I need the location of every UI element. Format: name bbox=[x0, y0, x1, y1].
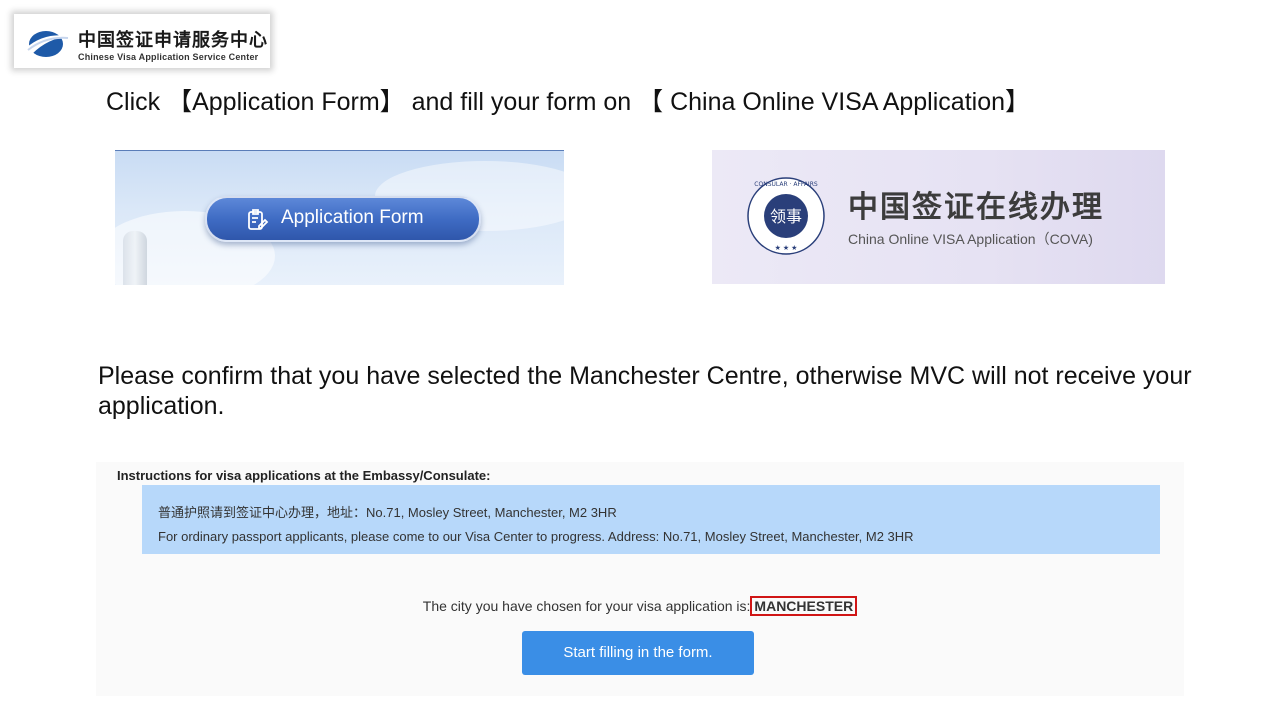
chosen-city-value: MANCHESTER bbox=[750, 596, 858, 616]
svg-text:领事: 领事 bbox=[770, 207, 802, 226]
instructions-box: 普通护照请到签证中心办理，地址：No.71, Mosley Street, Ma… bbox=[142, 485, 1160, 554]
application-form-label: Application Form bbox=[281, 207, 424, 228]
consular-affairs-seal-icon: 领事 CONSULAR · AFFAIRS ★ ★ ★ bbox=[747, 177, 825, 255]
instructions-title: Instructions for visa applications at th… bbox=[117, 468, 491, 483]
logo-chinese-title: 中国签证申请服务中心 bbox=[78, 30, 268, 51]
instruction-headline-1: Click 【Application Form】 and fill your f… bbox=[106, 88, 1030, 116]
instruction-headline-2: Please confirm that you have selected th… bbox=[98, 362, 1192, 420]
start-filling-form-button[interactable]: Start filling in the form. bbox=[522, 631, 754, 675]
chosen-city-prefix: The city you have chosen for your visa a… bbox=[422, 598, 751, 614]
visa-center-logo: 中国签证申请服务中心 Chinese Visa Application Serv… bbox=[14, 14, 270, 68]
form-edit-icon bbox=[248, 209, 269, 230]
instructions-english-text: For ordinary passport applicants, please… bbox=[158, 529, 914, 544]
logo-english-title: Chinese Visa Application Service Center bbox=[78, 52, 259, 62]
chosen-city-line: The city you have chosen for your visa a… bbox=[96, 596, 1184, 616]
svg-text:★ ★ ★: ★ ★ ★ bbox=[775, 244, 798, 252]
instructions-chinese-text: 普通护照请到签证中心办理，地址：No.71, Mosley Street, Ma… bbox=[158, 505, 617, 520]
cova-english-title: China Online VISA Application（COVA) bbox=[848, 231, 1093, 247]
svg-text:CONSULAR · AFFAIRS: CONSULAR · AFFAIRS bbox=[754, 181, 818, 188]
cova-panel: 领事 CONSULAR · AFFAIRS ★ ★ ★ 中国签证在线办理 Chi… bbox=[712, 150, 1165, 284]
application-form-panel: Application Form bbox=[115, 150, 564, 285]
application-form-button[interactable]: Application Form bbox=[205, 196, 481, 242]
embassy-instructions-screenshot: Instructions for visa applications at th… bbox=[96, 462, 1184, 696]
tower-decoration bbox=[123, 231, 147, 285]
cova-chinese-title: 中国签证在线办理 bbox=[848, 190, 1104, 225]
globe-swoosh-logo-icon bbox=[26, 31, 70, 57]
